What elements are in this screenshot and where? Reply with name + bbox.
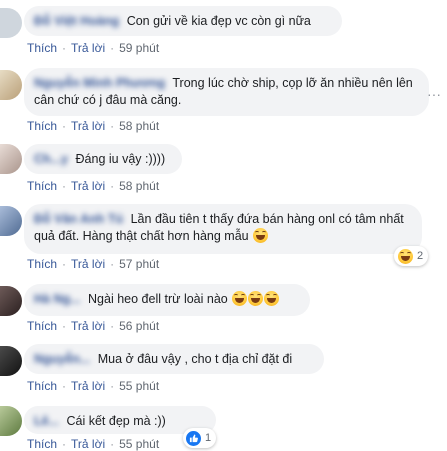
- like-link[interactable]: Thích: [27, 41, 57, 55]
- comment-actions: Thích · Trả lời · 55 phút: [27, 379, 160, 393]
- comment-bubble: Nguyễn... Mua ở đâu vậy , cho t địa chỉ …: [24, 344, 324, 374]
- comment-bubble: Đỗ Văn Anh Tú Lần đầu tiên t thấy đứa bá…: [24, 204, 422, 254]
- like-link[interactable]: Thích: [27, 179, 57, 193]
- reply-link[interactable]: Trả lời: [71, 119, 105, 133]
- comment-actions: Thích · Trả lời · 57 phút: [27, 257, 160, 271]
- reply-link[interactable]: Trả lời: [71, 257, 105, 271]
- author-name[interactable]: Nguyễn...: [34, 352, 90, 366]
- timestamp[interactable]: 58 phút: [119, 179, 159, 193]
- comment: Đỗ Văn Anh Tú Lần đầu tiên t thấy đứa bá…: [0, 198, 447, 278]
- reaction-count: 2: [417, 250, 424, 262]
- reply-link[interactable]: Trả lời: [71, 379, 105, 393]
- author-name[interactable]: Nguyễn Minh Phương: [34, 76, 165, 90]
- reply-link[interactable]: Trả lời: [71, 319, 105, 333]
- avatar[interactable]: [0, 144, 22, 174]
- avatar[interactable]: [0, 286, 22, 316]
- author-name[interactable]: Đỗ Văn Anh Tú: [34, 212, 123, 226]
- timestamp[interactable]: 55 phút: [119, 379, 159, 393]
- like-link[interactable]: Thích: [27, 319, 57, 333]
- timestamp[interactable]: 59 phút: [119, 41, 159, 55]
- author-name[interactable]: Hà Ng...: [34, 292, 81, 306]
- comment-actions: Thích · Trả lời · 56 phút: [27, 319, 160, 333]
- comment-text: Ngài heo đell trừ loài nào: [88, 292, 228, 306]
- reaction-count-badge[interactable]: 1: [183, 428, 217, 448]
- laughing-emoji-icon: [253, 228, 269, 243]
- comment-text: Mua ở đâu vậy , cho t địa chỉ đặt đi: [97, 352, 293, 366]
- timestamp[interactable]: 56 phút: [119, 319, 159, 333]
- comment-bubble: Hà Ng... Ngài heo đell trừ loài nào: [24, 284, 310, 316]
- comment: Đỗ Việt Hoàng Con gửi về kia đẹp vc còn …: [0, 0, 447, 60]
- comment: Hà Ng... Ngài heo đell trừ loài nào Thíc…: [0, 278, 447, 338]
- avatar[interactable]: [0, 406, 22, 436]
- timestamp[interactable]: 57 phút: [119, 257, 159, 271]
- comment: Nguyễn... Mua ở đâu vậy , cho t địa chỉ …: [0, 338, 447, 396]
- avatar[interactable]: [0, 206, 22, 236]
- author-name[interactable]: Ch...y: [34, 152, 68, 166]
- comment-text: Con gửi về kia đẹp vc còn gì nữa: [126, 14, 311, 28]
- comment: Lê... Cái kết đẹp mà :)) 1 Thích · Trả lời…: [0, 396, 447, 451]
- comment-text: Đáng iu vậy :)))): [75, 152, 166, 166]
- comment-actions: Thích · Trả lời · 59 phút: [27, 41, 160, 55]
- timestamp[interactable]: 58 phút: [119, 119, 159, 133]
- comment-text: Cái kết đẹp mà :)): [66, 414, 166, 428]
- comment-actions: Thích · Trả lời · 58 phút: [27, 179, 160, 193]
- comment-actions: Thích · Trả lời · 58 phút: [27, 119, 160, 133]
- avatar[interactable]: [0, 346, 22, 376]
- reaction-count-badge[interactable]: 2: [394, 246, 429, 266]
- like-link[interactable]: Thích: [27, 119, 57, 133]
- like-icon: [186, 430, 201, 446]
- like-link[interactable]: Thích: [27, 379, 57, 393]
- reaction-count: 1: [205, 432, 212, 444]
- like-link[interactable]: Thích: [27, 257, 57, 271]
- reply-link[interactable]: Trả lời: [71, 179, 105, 193]
- more-options-icon[interactable]: ···: [427, 86, 441, 102]
- comment-bubble: Đỗ Việt Hoàng Con gửi về kia đẹp vc còn …: [24, 6, 342, 36]
- laughing-emoji-icon: [232, 291, 248, 306]
- reply-link[interactable]: Trả lời: [71, 41, 105, 55]
- laughing-emoji-icon: [398, 248, 413, 264]
- author-name[interactable]: Lê...: [34, 414, 59, 428]
- comment-bubble: Ch...y Đáng iu vậy :)))): [24, 144, 182, 174]
- comment-bubble: Nguyễn Minh Phương Trong lúc chờ ship, c…: [24, 68, 429, 116]
- author-name[interactable]: Đỗ Việt Hoàng: [34, 14, 119, 28]
- avatar[interactable]: [0, 70, 22, 100]
- avatar[interactable]: [0, 8, 22, 38]
- comment: Ch...y Đáng iu vậy :)))) Thích · Trả lời · 5…: [0, 138, 447, 198]
- laughing-emoji-icon: [264, 291, 280, 306]
- laughing-emoji-icon: [248, 291, 264, 306]
- comment: Nguyễn Minh Phương Trong lúc chờ ship, c…: [0, 60, 447, 138]
